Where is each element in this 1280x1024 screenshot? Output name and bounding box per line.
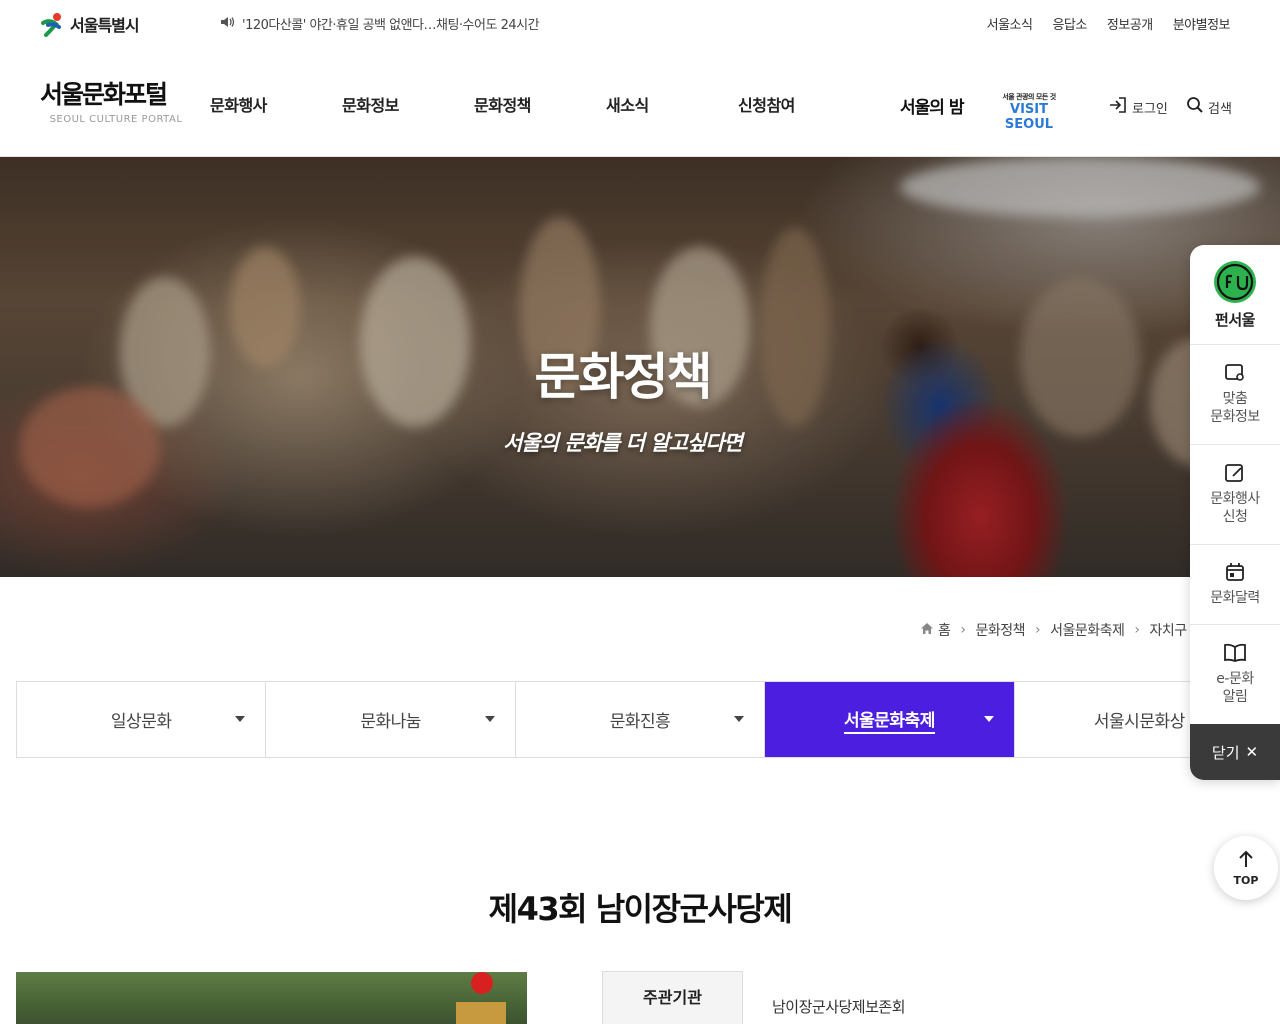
close-icon: ✕ [1245, 743, 1259, 761]
speaker-icon [220, 15, 236, 33]
util-link-seoul-news[interactable]: 서울소식 [987, 14, 1033, 33]
hero-banner: 문화정책 서울의 문화를 더 알고싶다면 [0, 157, 1280, 577]
login-icon [1108, 96, 1128, 118]
fun-seoul-icon [1213, 260, 1257, 308]
top-label: TOP [1233, 873, 1259, 887]
caret-down-icon [983, 716, 994, 722]
info-label-organizer: 주관기관 [602, 971, 743, 1024]
breadcrumb-culture-policy[interactable]: 문화정책 [976, 620, 1026, 640]
subtab-label: 일상문화 [110, 712, 172, 732]
quick-menu-close-button[interactable]: 닫기 ✕ [1190, 724, 1280, 780]
close-label: 닫기 [1211, 743, 1240, 762]
login-button[interactable]: 로그인 [1108, 96, 1168, 118]
brand-sub: SEOUL CULTURE PORTAL [49, 114, 183, 125]
breadcrumb-separator-icon: › [1134, 622, 1140, 638]
quick-e-culture-alert[interactable]: e-문화 알림 [1190, 625, 1280, 725]
nav-apply[interactable]: 신청참여 [738, 92, 795, 116]
visit-seoul-label: VISIT SEOUL [1004, 102, 1054, 132]
culture-portal-logo[interactable]: 서울문화포털 SEOUL CULTURE PORTAL [40, 80, 192, 125]
home-icon[interactable] [920, 622, 934, 639]
nav-culture-policy[interactable]: 문화정책 [474, 92, 531, 116]
notice-text: '120다산콜' 야간·휴일 공백 없앤다…채팅·수어도 24시간 [242, 18, 540, 33]
quick-fun-seoul-label: 펀서울 [1215, 311, 1255, 329]
subtab-label: 문화진흥 [609, 712, 671, 732]
nav-culture-info[interactable]: 문화정보 [342, 92, 399, 116]
seoul-logo-text: 서울특별시 [70, 16, 140, 35]
top-utility-bar: 서울특별시 '120다산콜' 야간·휴일 공백 없앤다…채팅·수어도 24시간 … [0, 0, 1280, 48]
hero-subtitle: 서울의 문화를 더 알고싶다면 [503, 431, 743, 455]
subtab-seoul-culture-festival[interactable]: 서울문화축제 [765, 682, 1015, 757]
quick-custom-info-label: 맞춤 문화정보 [1210, 391, 1260, 425]
subtab-culture-promotion[interactable]: 문화진흥 [516, 682, 766, 757]
utility-links: 서울소식 응답소 정보공개 분야별정보 [987, 14, 1231, 33]
scroll-top-button[interactable]: TOP [1214, 836, 1278, 900]
search-button[interactable]: 검색 [1186, 96, 1232, 118]
seoul-night-link[interactable]: 서울의 밤 [900, 93, 964, 118]
quick-e-culture-alert-label: e-문화 알림 [1216, 671, 1254, 705]
quick-event-apply-label: 문화행사 신청 [1210, 491, 1260, 525]
seoul-city-logo[interactable]: 서울특별시 [40, 10, 140, 38]
quick-culture-calendar-label: 문화달력 [1210, 590, 1260, 606]
hero-title: 문화정책 [534, 348, 713, 406]
event-photo [16, 972, 527, 1024]
breadcrumb-separator-icon: › [1035, 622, 1041, 638]
nav-news[interactable]: 새소식 [606, 92, 649, 116]
site-header: 서울문화포털 SEOUL CULTURE PORTAL 문화행사 문화정보 문화… [0, 48, 1280, 157]
arrow-up-icon [1238, 850, 1254, 872]
caret-down-icon [235, 716, 246, 722]
login-label: 로그인 [1132, 101, 1168, 117]
visit-seoul-tagline: 서울 관광의 모든 것 [1002, 93, 1056, 101]
edit-icon [1224, 463, 1246, 487]
quick-menu: 펀서울 맞춤 문화정보 문화행사 신청 문화달력 e-문화 알림 닫기 ✕ [1190, 245, 1280, 780]
subtab-daily-culture[interactable]: 일상문화 [17, 682, 267, 757]
subtab-label: 문화나눔 [360, 712, 421, 732]
notice-ticker[interactable]: '120다산콜' 야간·휴일 공백 없앤다…채팅·수어도 24시간 [220, 14, 540, 33]
sub-menu-tabs: 일상문화 문화나눔 문화진흥 서울문화축제 서울시문화상 [16, 681, 1265, 758]
calendar-icon [1225, 562, 1245, 586]
subtab-culture-sharing[interactable]: 문화나눔 [266, 682, 516, 757]
quick-culture-calendar[interactable]: 문화달력 [1190, 545, 1280, 625]
brand-name: 서울문화포털 [40, 80, 168, 109]
breadcrumb-district[interactable]: 자치구 [1150, 620, 1188, 640]
nav-culture-events[interactable]: 문화행사 [210, 92, 267, 116]
search-label: 검색 [1208, 101, 1232, 117]
util-link-field-info[interactable]: 분야별정보 [1173, 14, 1231, 33]
breadcrumb-home[interactable]: 홈 [938, 620, 951, 640]
quick-fun-seoul[interactable]: 펀서울 [1190, 245, 1280, 345]
event-title: 제43회 남이장군사당제 [488, 890, 793, 928]
book-icon [1223, 643, 1247, 667]
search-icon [1186, 96, 1204, 118]
breadcrumb-separator-icon: › [960, 622, 966, 638]
breadcrumb-seoul-festival[interactable]: 서울문화축제 [1050, 620, 1125, 640]
quick-event-apply[interactable]: 문화행사 신청 [1190, 445, 1280, 545]
caret-down-icon [734, 716, 745, 722]
util-link-open-info[interactable]: 정보공개 [1107, 14, 1153, 33]
breadcrumb: 홈 › 문화정책 › 서울문화축제 › 자치구 [920, 620, 1187, 640]
visit-seoul-link[interactable]: 서울 관광의 모든 것 VISIT SEOUL [988, 92, 1070, 132]
seoul-symbol-icon [40, 11, 66, 37]
subtab-label: 서울시문화상 [1093, 712, 1185, 732]
info-value-organizer: 남이장군사당제보존회 [772, 998, 906, 1016]
util-link-eungdapso[interactable]: 응답소 [1052, 14, 1087, 33]
settings-window-icon [1224, 363, 1246, 387]
subtab-label: 서울문화축제 [844, 706, 935, 734]
quick-custom-info[interactable]: 맞춤 문화정보 [1190, 345, 1280, 445]
caret-down-icon [484, 716, 495, 722]
